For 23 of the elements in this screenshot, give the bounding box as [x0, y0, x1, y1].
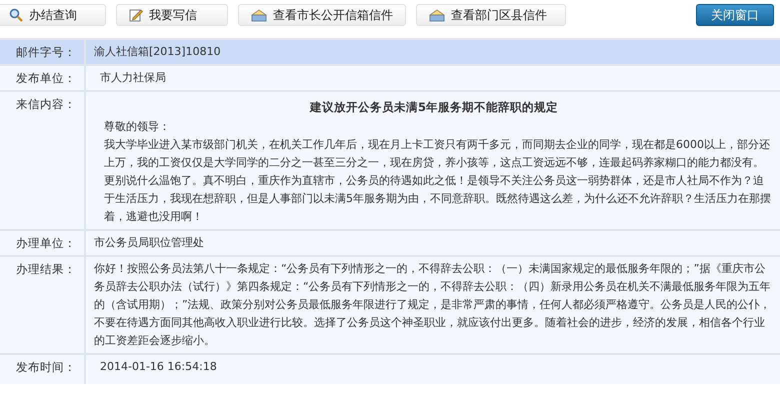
envelope-icon — [429, 8, 445, 22]
toolbar-button[interactable]: 我要写信 — [116, 4, 228, 26]
toolbar-button[interactable]: 办结查询 — [0, 4, 106, 26]
letter-title: 建议放开公务员未满5年服务期不能辞职的规定 — [308, 99, 559, 116]
letter-body: 我大学毕业进入某市级部门机关，在机关工作几年后，现在月上卡工资只有两千多元，而同期去企业的同学，现在都是6000以上，部分还上万，我的工资仅仅是大学同学的二分之一甚至三分之一，现在房贷，养小孩等，这点工资远远不够，连最起码养家糊口的能力都没有。更别说什么温饱了。真不明白，重庆作为直辖市，公务员的待遇如此之低！是领导不关注公务员这一弱势群体，还是市人社局不作为？迫于生活压力，我现在想辞职，但是人事部门以未满5年服务期为由，不同意辞职。既然待遇这么差，为什么还不允许辞职？生活压力在那摆着，逃避也没用啊！ — [103, 137, 772, 225]
field-value: 你好！按照公务员法第八十一条规定：“公务员有下列情形之一的，不得辞去公职：（一）未满国家规定的最低服务年限的；”据《重庆市公务员辞去公职办法（试行）》第四条规定：“公务员有下列情形之一的，不得辞去公职：（四）新录用公务员在机关不满最低服务年限为五年的（含试用期）；”法规、政策分别对公务员最低服务年限进行了规定，是非常严肃的事情，任何人都必须严格遵守。公务员是人民的公仆，不要在待遇方面同其他高收入职业进行比较。选择了公务员这个神圣职业，就应该付出更多。随着社会的进步，经济的发展，相信各个行业的工资差距会逐步缩小。 — [86, 257, 780, 353]
search-icon — [9, 8, 23, 22]
field-label: 办理结果： — [0, 257, 84, 353]
envelope-icon — [251, 8, 267, 22]
close-window-button[interactable]: 关闭窗口 — [696, 4, 774, 26]
field-label: 邮件字号： — [0, 40, 84, 64]
field-label: 发布单位： — [0, 66, 84, 90]
field-label: 办理单位： — [0, 231, 84, 255]
field-label: 发布时间： — [0, 355, 84, 384]
pencil-note-icon — [129, 8, 143, 22]
field-value: 市公务员局职位管理处 — [86, 231, 780, 255]
toolbar-button[interactable]: 查看部门区县信件 — [416, 4, 566, 26]
letter-greeting: 尊敬的领导： — [103, 119, 171, 135]
toolbar-button[interactable]: 查看市长公开信箱信件 — [238, 4, 406, 26]
field-label: 来信内容： — [0, 92, 84, 229]
field-value: 2014-01-16 16:54:18 — [86, 355, 780, 384]
field-value: 市人力社保局 — [86, 66, 780, 90]
field-value: 渝人社信箱[2013]10810 — [86, 40, 780, 64]
